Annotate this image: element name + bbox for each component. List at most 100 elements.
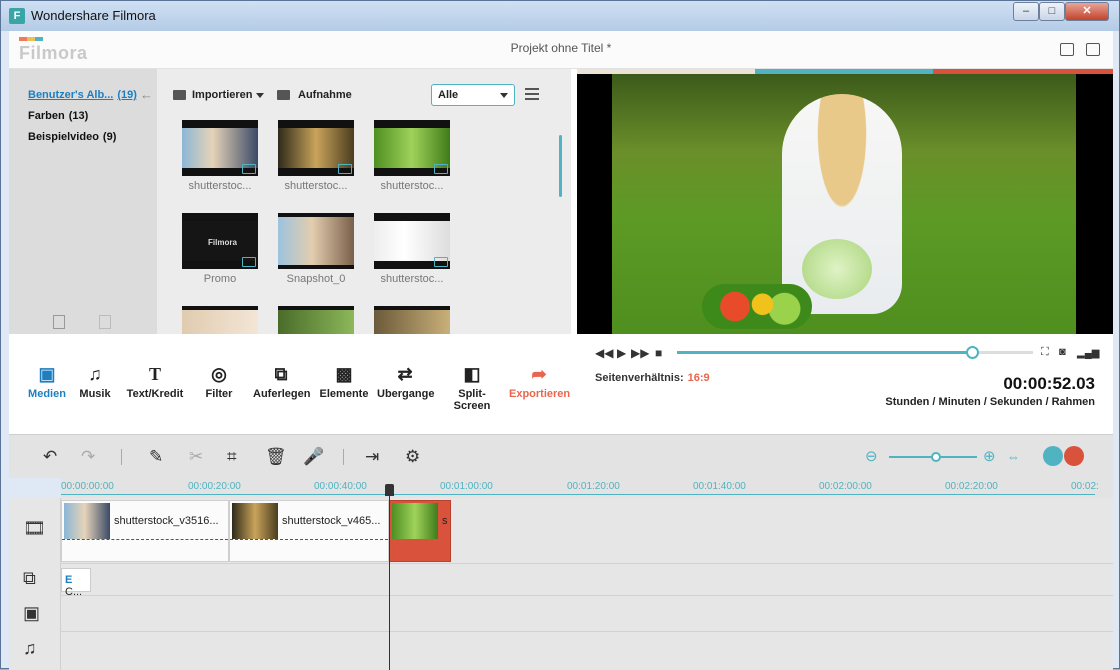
- collapse-arrow-icon[interactable]: ←: [140, 87, 153, 102]
- media-thumbnail[interactable]: [182, 306, 258, 334]
- tool-text[interactable]: T Text/Kredit: [125, 364, 185, 400]
- voiceover-icon[interactable]: 🎤: [303, 447, 324, 467]
- ruler-label: 00:02:: [1071, 481, 1099, 492]
- save-icon[interactable]: [1060, 43, 1074, 56]
- media-icon: ▣: [38, 364, 56, 384]
- text-clip[interactable]: E C...: [61, 568, 91, 598]
- media-thumbnail[interactable]: [278, 213, 354, 269]
- settings-icon[interactable]: ⚙: [405, 447, 420, 467]
- timeline-clip[interactable]: shutterstock_v3516...: [61, 500, 229, 562]
- tool-filter[interactable]: ◎ Filter: [201, 364, 237, 400]
- sidebar-item-user-albums[interactable]: Benutzer's Alb... (19): [28, 89, 137, 101]
- grid-view-icon[interactable]: [1064, 446, 1084, 466]
- list-view-icon[interactable]: [525, 88, 539, 100]
- track-view-icon[interactable]: [1043, 446, 1063, 466]
- video-clip-icon: [434, 164, 448, 174]
- snapshot-icon[interactable]: ◙: [1059, 346, 1066, 358]
- playback-progress[interactable]: [677, 346, 1033, 359]
- video-track-icon: 🎞: [23, 518, 46, 538]
- selected-timeline-clip[interactable]: s: [389, 500, 451, 562]
- crop-icon[interactable]: ⌗: [227, 447, 237, 467]
- track-headers: 🎞 ⧉ ▣ ♫: [9, 498, 61, 670]
- app-header: Filmora Projekt ohne Titel *: [9, 31, 1113, 69]
- timeline-ruler[interactable]: 00:00:00:00 00:00:20:00 00:00:40:00 00:0…: [61, 478, 1113, 498]
- media-thumbnail[interactable]: [278, 306, 354, 334]
- sidebar-item-sample-video[interactable]: Beispielvideo (9): [28, 131, 116, 143]
- tool-music[interactable]: ♫ Musik: [77, 364, 113, 400]
- media-thumbnail[interactable]: [374, 120, 450, 176]
- delete-icon[interactable]: 🗑: [265, 447, 287, 467]
- thumbnail-label: shutterstoc...: [188, 180, 252, 192]
- playhead-handle[interactable]: [385, 484, 394, 496]
- media-thumbnail[interactable]: [374, 213, 450, 269]
- zoom-in-icon[interactable]: ⊕: [983, 447, 996, 465]
- import-dropdown-icon[interactable]: [256, 93, 264, 98]
- add-folder-icon[interactable]: [53, 315, 65, 329]
- media-thumbnail[interactable]: Filmora: [182, 213, 258, 269]
- camera-icon: [277, 90, 290, 100]
- ruler-label: 00:00:00:00: [61, 481, 114, 492]
- sidebar-item-colors[interactable]: Farben (13): [28, 110, 88, 122]
- timeline-clip[interactable]: shutterstock_v465...: [229, 500, 389, 562]
- video-preview[interactable]: [577, 74, 1113, 334]
- video-clip-icon: [242, 164, 256, 174]
- ruler-label: 00:00:20:00: [188, 481, 241, 492]
- clip-thumbnail: [64, 503, 110, 539]
- project-title: Projekt ohne Titel *: [510, 41, 612, 55]
- tool-split-screen[interactable]: ◧ Split-Screen: [441, 364, 503, 412]
- toolbar-divider: [121, 449, 122, 465]
- video-vegetables: [702, 284, 812, 329]
- app-window: F Wondershare Filmora – □ ✕ Filmora Proj…: [0, 0, 1120, 670]
- speed-icon[interactable]: ⇥: [365, 447, 379, 467]
- video-clip-icon: [338, 164, 352, 174]
- video-cabbage: [802, 239, 872, 299]
- timecode-units: Stunden / Minuten / Sekunden / Rahmen: [885, 396, 1095, 408]
- filter-icon: ◎: [211, 364, 227, 384]
- ruler-baseline: [61, 494, 1095, 495]
- playhead[interactable]: [385, 484, 394, 670]
- remove-folder-icon[interactable]: [99, 315, 111, 329]
- split-icon[interactable]: ✂: [189, 447, 203, 467]
- import-button[interactable]: Importieren: [192, 89, 253, 101]
- image-track[interactable]: [61, 596, 1113, 632]
- media-thumbnail[interactable]: [182, 120, 258, 176]
- media-filter-select[interactable]: Alle: [431, 84, 515, 106]
- toolbar-divider: [343, 449, 344, 465]
- minimize-button[interactable]: –: [1013, 2, 1039, 21]
- tool-overlay[interactable]: ⧉ Auferlegen: [253, 364, 310, 400]
- tool-export[interactable]: ➦ Exportieren: [509, 364, 570, 400]
- media-thumbnail[interactable]: [278, 120, 354, 176]
- overlay-track[interactable]: [61, 564, 1113, 596]
- timeline-toolbar: ↶ ↷ ✎ ✂ ⌗ 🗑 🎤 ⇥ ⚙ ⊖ ⊕ ⇔: [9, 434, 1113, 478]
- stop-icon[interactable]: ■: [655, 346, 662, 360]
- zoom-out-icon[interactable]: ⊖: [865, 447, 878, 465]
- clip-name: shutterstock_v3516...: [114, 515, 219, 527]
- progress-handle[interactable]: [966, 346, 980, 359]
- rewind-icon[interactable]: ◀◀: [595, 346, 613, 360]
- edit-icon[interactable]: ✎: [149, 447, 163, 467]
- elements-icon: ▩: [335, 364, 353, 384]
- fit-timeline-icon[interactable]: ⇔: [1007, 449, 1020, 464]
- fast-forward-icon[interactable]: ▶▶: [631, 346, 649, 360]
- music-track[interactable]: [61, 632, 1113, 670]
- media-thumbnail[interactable]: [374, 306, 450, 334]
- library-scrollbar[interactable]: [559, 135, 562, 197]
- close-button[interactable]: ✕: [1065, 2, 1109, 21]
- redo-icon[interactable]: ↷: [81, 447, 95, 467]
- maximize-button[interactable]: □: [1039, 2, 1065, 21]
- undo-icon[interactable]: ↶: [43, 447, 57, 467]
- menu-icon[interactable]: [1086, 43, 1100, 56]
- zoom-handle[interactable]: [931, 452, 941, 462]
- tool-elements[interactable]: ▩ Elemente: [319, 364, 369, 400]
- volume-icon[interactable]: ▂▄▆: [1077, 348, 1099, 359]
- tool-media[interactable]: ▣ Medien: [27, 364, 67, 400]
- zoom-slider[interactable]: [889, 452, 977, 462]
- folder-icon: [173, 90, 186, 100]
- thumbnail-label: shutterstoc...: [380, 180, 444, 192]
- fullscreen-icon[interactable]: ⛶: [1041, 346, 1049, 359]
- tool-transitions[interactable]: ⇄ Ubergange: [377, 364, 434, 400]
- overlay-icon: ⧉: [274, 364, 288, 384]
- record-button[interactable]: Aufnahme: [298, 89, 352, 101]
- play-icon[interactable]: ▶: [617, 346, 626, 360]
- app-icon: F: [9, 8, 25, 24]
